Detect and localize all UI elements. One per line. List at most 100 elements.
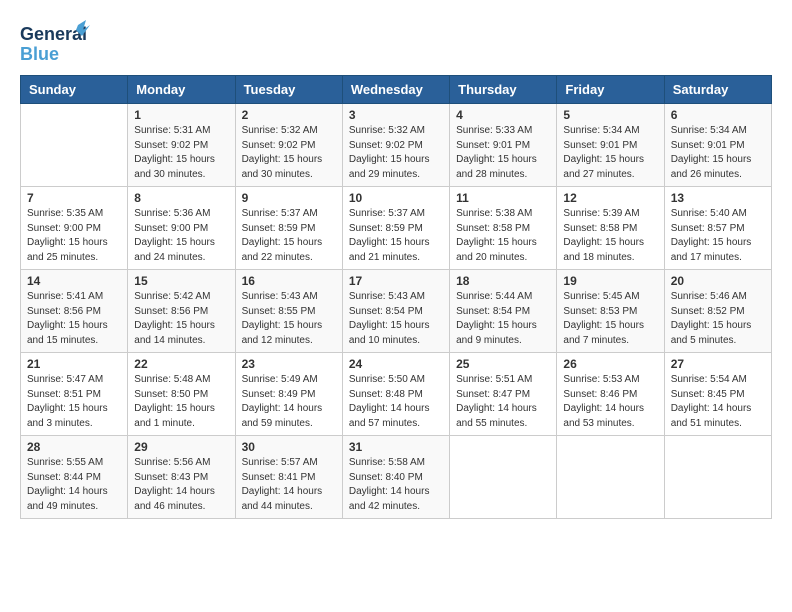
calendar-cell: 19 Sunrise: 5:45 AM Sunset: 8:53 PM Dayli…: [557, 270, 664, 353]
day-header-friday: Friday: [557, 76, 664, 104]
calendar-week-row: 1Sunrise: 5:31 AM Sunset: 9:02 PM Daylig…: [21, 104, 772, 187]
calendar-cell: 6 Sunrise: 5:34 AM Sunset: 9:01 PM Daylig…: [664, 104, 771, 187]
page-header: GeneralBlue: [20, 20, 772, 65]
calendar-cell: 22Sunrise: 5:48 AM Sunset: 8:50 PM Dayli…: [128, 353, 235, 436]
calendar-cell: 13Sunrise: 5:40 AM Sunset: 8:57 PM Dayli…: [664, 187, 771, 270]
calendar-header: SundayMondayTuesdayWednesdayThursdayFrid…: [21, 76, 772, 104]
cell-content: Sunrise: 5:55 AM Sunset: 8:44 PM Dayligh…: [27, 456, 121, 514]
cell-content: Sunrise: 5:40 AM Sunset: 8:57 PM Dayligh…: [671, 207, 765, 265]
calendar-cell: [664, 436, 771, 519]
day-number: 4: [456, 108, 550, 122]
calendar-cell: 7Sunrise: 5:35 AM Sunset: 9:00 PM Daylig…: [21, 187, 128, 270]
cell-content: Sunrise: 5:54 AM Sunset: 8:45 PM Dayligh…: [671, 373, 765, 431]
calendar-cell: 2Sunrise: 5:32 AM Sunset: 9:02 PM Daylig…: [235, 104, 342, 187]
cell-content: Sunrise: 5:37 AM Sunset: 8:59 PM Dayligh…: [242, 207, 336, 265]
day-number: 12: [563, 191, 657, 205]
cell-content: Sunrise: 5:45 AM Sunset: 8:53 PM Dayligh…: [563, 290, 657, 348]
calendar-week-row: 21Sunrise: 5:47 AM Sunset: 8:51 PM Dayli…: [21, 353, 772, 436]
cell-content: Sunrise: 5:34 AM Sunset: 9:01 PM Dayligh…: [563, 124, 657, 182]
calendar-cell: 17 Sunrise: 5:43 AM Sunset: 8:54 PM Dayli…: [342, 270, 449, 353]
cell-content: Sunrise: 5:32 AM Sunset: 9:02 PM Dayligh…: [242, 124, 336, 182]
day-number: 1: [134, 108, 228, 122]
day-number: 18: [456, 274, 550, 288]
cell-content: Sunrise: 5:42 AM Sunset: 8:56 PM Dayligh…: [134, 290, 228, 348]
cell-content: Sunrise: 5:50 AM Sunset: 8:48 PM Dayligh…: [349, 373, 443, 431]
calendar-cell: 24 Sunrise: 5:50 AM Sunset: 8:48 PM Dayli…: [342, 353, 449, 436]
calendar-cell: 15Sunrise: 5:42 AM Sunset: 8:56 PM Dayli…: [128, 270, 235, 353]
calendar-week-row: 14Sunrise: 5:41 AM Sunset: 8:56 PM Dayli…: [21, 270, 772, 353]
calendar-cell: 1Sunrise: 5:31 AM Sunset: 9:02 PM Daylig…: [128, 104, 235, 187]
cell-content: Sunrise: 5:39 AM Sunset: 8:58 PM Dayligh…: [563, 207, 657, 265]
day-header-wednesday: Wednesday: [342, 76, 449, 104]
cell-content: Sunrise: 5:41 AM Sunset: 8:56 PM Dayligh…: [27, 290, 121, 348]
day-number: 20: [671, 274, 765, 288]
day-number: 27: [671, 357, 765, 371]
calendar-cell: 10 Sunrise: 5:37 AM Sunset: 8:59 PM Dayli…: [342, 187, 449, 270]
calendar-table: SundayMondayTuesdayWednesdayThursdayFrid…: [20, 75, 772, 519]
calendar-cell: 27 Sunrise: 5:54 AM Sunset: 8:45 PM Dayli…: [664, 353, 771, 436]
calendar-cell: 11 Sunrise: 5:38 AM Sunset: 8:58 PM Dayli…: [450, 187, 557, 270]
cell-content: Sunrise: 5:34 AM Sunset: 9:01 PM Dayligh…: [671, 124, 765, 182]
day-number: 22: [134, 357, 228, 371]
calendar-cell: [21, 104, 128, 187]
logo-svg: GeneralBlue: [20, 20, 90, 65]
cell-content: Sunrise: 5:46 AM Sunset: 8:52 PM Dayligh…: [671, 290, 765, 348]
cell-content: Sunrise: 5:38 AM Sunset: 8:58 PM Dayligh…: [456, 207, 550, 265]
days-of-week-row: SundayMondayTuesdayWednesdayThursdayFrid…: [21, 76, 772, 104]
day-number: 19: [563, 274, 657, 288]
day-header-saturday: Saturday: [664, 76, 771, 104]
svg-text:Blue: Blue: [20, 44, 59, 64]
calendar-cell: 18 Sunrise: 5:44 AM Sunset: 8:54 PM Dayli…: [450, 270, 557, 353]
calendar-cell: 14Sunrise: 5:41 AM Sunset: 8:56 PM Dayli…: [21, 270, 128, 353]
cell-content: Sunrise: 5:33 AM Sunset: 9:01 PM Dayligh…: [456, 124, 550, 182]
calendar-cell: [557, 436, 664, 519]
day-header-thursday: Thursday: [450, 76, 557, 104]
day-header-monday: Monday: [128, 76, 235, 104]
cell-content: Sunrise: 5:43 AM Sunset: 8:55 PM Dayligh…: [242, 290, 336, 348]
cell-content: Sunrise: 5:44 AM Sunset: 8:54 PM Dayligh…: [456, 290, 550, 348]
day-number: 31: [349, 440, 443, 454]
day-number: 7: [27, 191, 121, 205]
logo: GeneralBlue: [20, 20, 90, 65]
day-number: 11: [456, 191, 550, 205]
cell-content: Sunrise: 5:56 AM Sunset: 8:43 PM Dayligh…: [134, 456, 228, 514]
day-number: 24: [349, 357, 443, 371]
cell-content: Sunrise: 5:51 AM Sunset: 8:47 PM Dayligh…: [456, 373, 550, 431]
calendar-cell: 28 Sunrise: 5:55 AM Sunset: 8:44 PM Dayli…: [21, 436, 128, 519]
cell-content: Sunrise: 5:43 AM Sunset: 8:54 PM Dayligh…: [349, 290, 443, 348]
cell-content: Sunrise: 5:36 AM Sunset: 9:00 PM Dayligh…: [134, 207, 228, 265]
day-number: 28: [27, 440, 121, 454]
day-number: 17: [349, 274, 443, 288]
calendar-cell: 4 Sunrise: 5:33 AM Sunset: 9:01 PM Daylig…: [450, 104, 557, 187]
day-number: 5: [563, 108, 657, 122]
calendar-cell: 5 Sunrise: 5:34 AM Sunset: 9:01 PM Daylig…: [557, 104, 664, 187]
day-number: 16: [242, 274, 336, 288]
cell-content: Sunrise: 5:57 AM Sunset: 8:41 PM Dayligh…: [242, 456, 336, 514]
calendar-week-row: 7Sunrise: 5:35 AM Sunset: 9:00 PM Daylig…: [21, 187, 772, 270]
cell-content: Sunrise: 5:49 AM Sunset: 8:49 PM Dayligh…: [242, 373, 336, 431]
cell-content: Sunrise: 5:58 AM Sunset: 8:40 PM Dayligh…: [349, 456, 443, 514]
calendar-cell: 8 Sunrise: 5:36 AM Sunset: 9:00 PM Daylig…: [128, 187, 235, 270]
calendar-week-row: 28 Sunrise: 5:55 AM Sunset: 8:44 PM Dayli…: [21, 436, 772, 519]
day-header-tuesday: Tuesday: [235, 76, 342, 104]
day-number: 30: [242, 440, 336, 454]
calendar-cell: 21Sunrise: 5:47 AM Sunset: 8:51 PM Dayli…: [21, 353, 128, 436]
calendar-cell: 23 Sunrise: 5:49 AM Sunset: 8:49 PM Dayli…: [235, 353, 342, 436]
calendar-cell: 20 Sunrise: 5:46 AM Sunset: 8:52 PM Dayli…: [664, 270, 771, 353]
day-number: 25: [456, 357, 550, 371]
calendar-cell: 31 Sunrise: 5:58 AM Sunset: 8:40 PM Dayli…: [342, 436, 449, 519]
calendar-cell: [450, 436, 557, 519]
calendar-cell: 9Sunrise: 5:37 AM Sunset: 8:59 PM Daylig…: [235, 187, 342, 270]
day-number: 29: [134, 440, 228, 454]
calendar-cell: 3Sunrise: 5:32 AM Sunset: 9:02 PM Daylig…: [342, 104, 449, 187]
calendar-cell: 30 Sunrise: 5:57 AM Sunset: 8:41 PM Dayli…: [235, 436, 342, 519]
day-number: 23: [242, 357, 336, 371]
calendar-cell: 25 Sunrise: 5:51 AM Sunset: 8:47 PM Dayli…: [450, 353, 557, 436]
day-number: 8: [134, 191, 228, 205]
day-number: 6: [671, 108, 765, 122]
cell-content: Sunrise: 5:37 AM Sunset: 8:59 PM Dayligh…: [349, 207, 443, 265]
cell-content: Sunrise: 5:32 AM Sunset: 9:02 PM Dayligh…: [349, 124, 443, 182]
cell-content: Sunrise: 5:53 AM Sunset: 8:46 PM Dayligh…: [563, 373, 657, 431]
day-number: 10: [349, 191, 443, 205]
calendar-body: 1Sunrise: 5:31 AM Sunset: 9:02 PM Daylig…: [21, 104, 772, 519]
